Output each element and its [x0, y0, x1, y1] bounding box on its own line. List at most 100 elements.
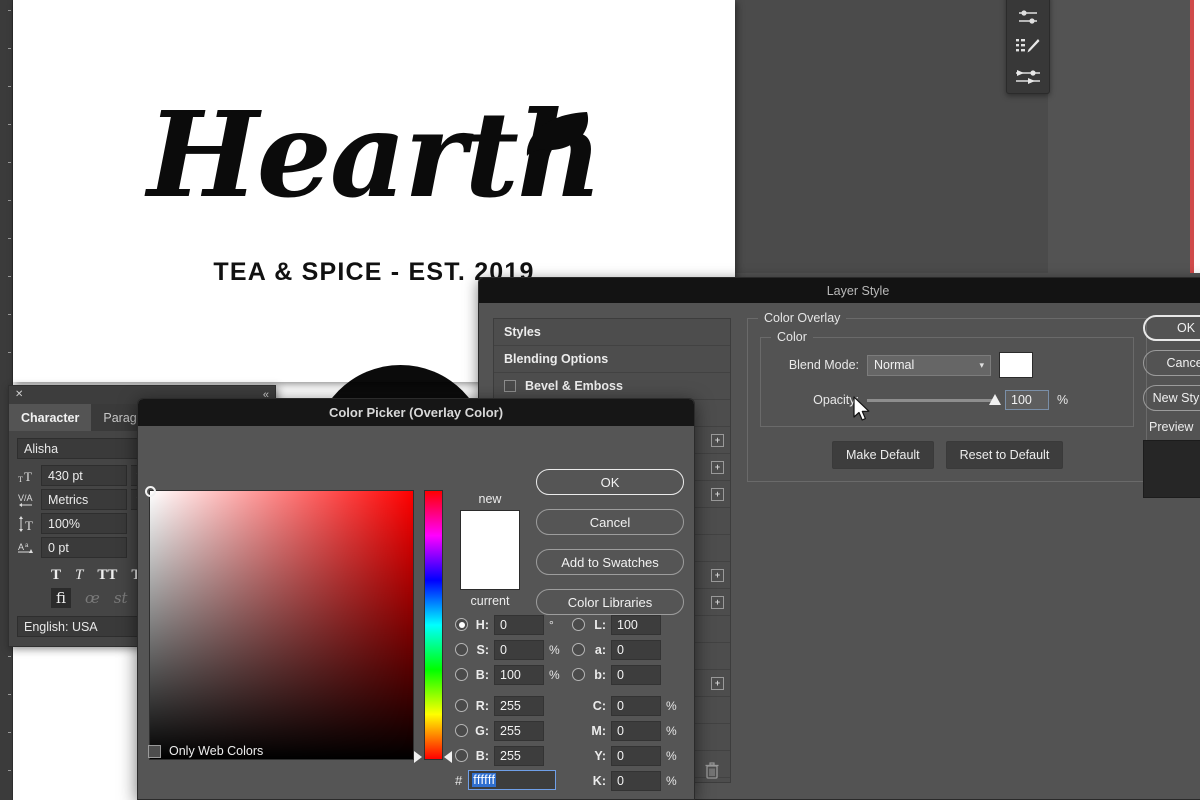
field-row-h[interactable]: H: 0 ° — [455, 612, 580, 637]
field-row-y[interactable]: Y: 0 % — [572, 743, 697, 768]
style-preview-thumbnail — [1143, 440, 1200, 498]
default-buttons-row: Make Default Reset to Default — [760, 441, 1134, 469]
add-effect-icon[interactable]: + — [711, 434, 724, 447]
cancel-button[interactable]: Cancel — [536, 509, 684, 535]
field-row-m[interactable]: M: 0 % — [572, 718, 697, 743]
blend-mode-select[interactable]: Normal ▾ — [867, 355, 991, 376]
brush-presets-icon[interactable] — [1015, 67, 1041, 87]
radio-green[interactable] — [455, 724, 468, 737]
add-effect-icon[interactable]: + — [711, 596, 724, 609]
cyan-input[interactable]: 0 — [611, 696, 661, 716]
bold-button[interactable]: T — [51, 567, 61, 584]
blue-input[interactable]: 255 — [494, 746, 544, 766]
field-row-lab-b[interactable]: b: 0 — [572, 662, 697, 687]
opacity-slider-thumb[interactable] — [989, 394, 1001, 405]
all-caps-button[interactable]: TT — [97, 567, 117, 584]
radio-lab-b[interactable] — [572, 668, 585, 681]
hex-input[interactable]: ffffff — [468, 770, 556, 790]
make-default-button[interactable]: Make Default — [832, 441, 934, 469]
close-icon[interactable]: ✕ — [15, 390, 23, 400]
italic-button[interactable]: T — [75, 567, 83, 584]
lab-a-input[interactable]: 0 — [611, 640, 661, 660]
yellow-input[interactable]: 0 — [611, 746, 661, 766]
layer-style-ok-button[interactable]: OK — [1143, 315, 1200, 341]
add-effect-icon[interactable]: + — [711, 488, 724, 501]
brush-settings-icon[interactable] — [1015, 37, 1041, 57]
tab-character[interactable]: Character — [9, 404, 91, 431]
svg-text:T: T — [25, 518, 33, 532]
reset-to-default-button[interactable]: Reset to Default — [946, 441, 1064, 469]
opacity-unit: % — [1057, 393, 1068, 407]
field-row-b[interactable]: B: 100 % — [455, 662, 580, 687]
kerning-input[interactable]: Metrics — [41, 489, 127, 510]
radio-lightness[interactable] — [572, 618, 585, 631]
baseline-shift-input[interactable]: 0 pt — [41, 537, 127, 558]
document-gray-area — [735, 0, 1048, 273]
black-input[interactable]: 0 — [611, 771, 661, 791]
opacity-input[interactable]: 100 — [1005, 390, 1049, 410]
radio-red[interactable] — [455, 699, 468, 712]
add-to-swatches-button[interactable]: Add to Swatches — [536, 549, 684, 575]
ruler-tick — [8, 48, 11, 49]
saturation-input[interactable]: 0 — [494, 640, 544, 660]
adjustments-icon[interactable] — [1015, 7, 1041, 27]
hue-slider[interactable] — [424, 490, 443, 760]
field-row-l[interactable]: L: 100 — [572, 612, 697, 637]
contextual-alternates-button[interactable]: œ — [85, 589, 100, 607]
effect-checkbox[interactable] — [504, 380, 516, 392]
layer-style-item-label: Styles — [504, 325, 541, 339]
field-row-k[interactable]: K: 0 % — [572, 768, 697, 793]
radio-hue[interactable] — [455, 618, 468, 631]
hue-slider-thumb-right[interactable] — [444, 751, 452, 763]
green-input[interactable]: 255 — [494, 721, 544, 741]
overlay-color-swatch[interactable] — [999, 352, 1033, 378]
radio-lab-a[interactable] — [572, 643, 585, 656]
layer-style-item-blending-options[interactable]: Blending Options — [494, 346, 730, 373]
layer-style-buttons[interactable]: OK Cancel New Style... Preview — [1143, 315, 1200, 498]
hex-hash-label: # — [455, 773, 462, 788]
color-overlay-section: Color Overlay Color Blend Mode: Normal ▾ — [747, 318, 1147, 482]
new-color-swatch[interactable] — [460, 510, 520, 590]
standard-ligatures-button[interactable]: fi — [51, 588, 71, 608]
field-row-c[interactable]: C: 0 % — [572, 693, 697, 718]
magenta-input[interactable]: 0 — [611, 721, 661, 741]
saturation-brightness-field[interactable] — [149, 490, 414, 760]
field-row-r[interactable]: R: 255 — [455, 693, 580, 718]
hue-input[interactable]: 0 — [494, 615, 544, 635]
delete-effect-button[interactable] — [700, 758, 724, 784]
layer-style-item-bevel-emboss[interactable]: Bevel & Emboss — [494, 373, 730, 400]
tool-options-strip[interactable] — [1006, 0, 1050, 94]
color-field-marker[interactable] — [145, 486, 156, 497]
radio-brightness[interactable] — [455, 668, 468, 681]
logo-wordmark: Hearth — [13, 96, 735, 214]
ok-button[interactable]: OK — [536, 469, 684, 495]
hex-row[interactable]: # ffffff — [455, 770, 556, 790]
only-web-colors-row[interactable]: Only Web Colors — [148, 744, 263, 758]
only-web-colors-checkbox[interactable] — [148, 745, 161, 758]
layer-style-cancel-button[interactable]: Cancel — [1143, 350, 1200, 376]
add-effect-icon[interactable]: + — [711, 461, 724, 474]
add-effect-icon[interactable]: + — [711, 677, 724, 690]
color-picker-buttons[interactable]: OK Cancel Add to Swatches Color Librarie… — [536, 469, 684, 629]
lab-l-input[interactable]: 100 — [611, 615, 661, 635]
field-row-s[interactable]: S: 0 % — [455, 637, 580, 662]
font-size-input[interactable]: 430 pt — [41, 465, 127, 486]
field-row-g[interactable]: G: 255 — [455, 718, 580, 743]
layer-style-new-style-button[interactable]: New Style... — [1143, 385, 1200, 411]
radio-saturation[interactable] — [455, 643, 468, 656]
preview-row[interactable]: Preview — [1143, 420, 1200, 434]
red-input[interactable]: 255 — [494, 696, 544, 716]
brightness-input[interactable]: 100 — [494, 665, 544, 685]
ruler-tick — [8, 352, 11, 353]
vertical-scale-input[interactable]: 100% — [41, 513, 127, 534]
opacity-slider[interactable] — [867, 399, 995, 402]
field-row-blue[interactable]: B: 255 — [455, 743, 580, 768]
lab-b-input[interactable]: 0 — [611, 665, 661, 685]
discretionary-ligatures-button[interactable]: st — [114, 589, 128, 607]
svg-text:A: A — [18, 542, 24, 552]
radio-blue[interactable] — [455, 749, 468, 762]
hue-slider-thumb-left[interactable] — [414, 751, 422, 763]
field-row-a[interactable]: a: 0 — [572, 637, 697, 662]
add-effect-icon[interactable]: + — [711, 569, 724, 582]
layer-style-item-styles[interactable]: Styles — [494, 319, 730, 346]
